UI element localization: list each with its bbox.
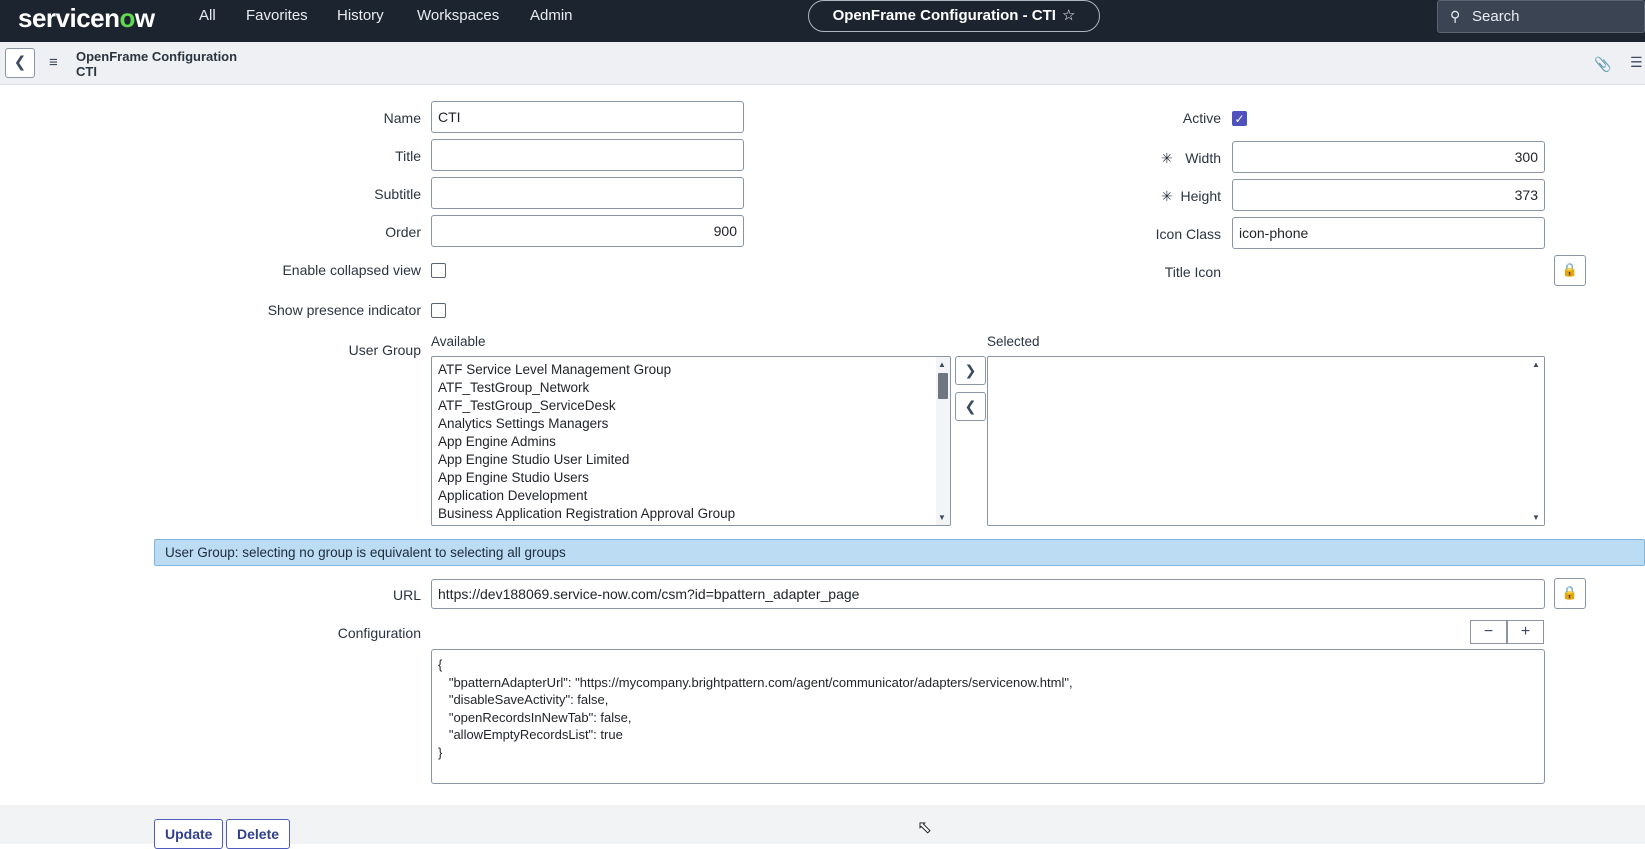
list-item[interactable]: App Engine Admins — [438, 434, 556, 449]
add-to-selected-button[interactable]: ❯ — [955, 356, 986, 385]
lock-icon: 🔒 — [1561, 585, 1579, 600]
selected-groups-list[interactable]: ▲ ▼ — [987, 356, 1545, 526]
width-label: Width — [1185, 150, 1221, 166]
star-outline-icon[interactable]: ☆ — [1062, 7, 1075, 24]
selected-label: Selected — [987, 334, 1040, 349]
order-field[interactable] — [431, 215, 744, 247]
available-scrollbar[interactable]: ▲ ▼ — [936, 357, 950, 525]
table-name: OpenFrame Configuration — [76, 49, 238, 64]
top-navigation: servicenow All Favorites History Workspa… — [0, 0, 1645, 42]
menu-favorites[interactable]: Favorites — [246, 7, 308, 24]
sliders-icon[interactable]: ☰ — [1630, 54, 1643, 71]
list-item[interactable]: ATF_TestGroup_ServiceDesk — [438, 398, 616, 413]
chevron-left-icon: ❮ — [964, 398, 977, 414]
scroll-down-icon[interactable]: ▼ — [938, 513, 946, 522]
user-group-label: User Group — [348, 342, 421, 358]
available-groups-list[interactable]: ATF Service Level Management Group ATF_T… — [431, 356, 951, 526]
list-item[interactable]: Business Application Registration Approv… — [438, 506, 735, 521]
update-button[interactable]: Update — [154, 819, 224, 849]
subtitle-label: Subtitle — [374, 186, 421, 202]
mouse-cursor-icon: ⬁ — [917, 817, 933, 837]
title-label: Title — [395, 148, 421, 164]
url-field[interactable] — [431, 579, 1545, 609]
servicenow-logo[interactable]: servicenow — [18, 3, 155, 34]
scroll-up-icon[interactable]: ▲ — [938, 360, 946, 369]
list-item[interactable]: App Engine Studio Users — [438, 470, 589, 485]
active-checkbox[interactable]: ✓ — [1232, 111, 1247, 126]
record-name: CTI — [76, 64, 97, 79]
list-item[interactable]: Analytics Settings Managers — [438, 416, 608, 431]
available-label: Available — [431, 334, 486, 349]
url-label: URL — [392, 587, 421, 603]
configuration-editor[interactable]: { "bpatternAdapterUrl": "https://mycompa… — [431, 649, 1545, 784]
show-presence-label: Show presence indicator — [267, 302, 421, 318]
menu-all[interactable]: All — [199, 7, 216, 24]
chevron-left-icon: ❮ — [13, 54, 27, 71]
name-label: Name — [383, 110, 421, 126]
active-label: Active — [1182, 110, 1221, 126]
minus-icon: − — [1483, 623, 1494, 640]
scroll-up-icon[interactable]: ▲ — [1532, 360, 1540, 369]
list-item[interactable]: ATF Service Level Management Group — [438, 362, 671, 377]
lock-icon: 🔒 — [1561, 262, 1579, 277]
menu-admin[interactable]: Admin — [530, 7, 573, 24]
zoom-in-button[interactable]: + — [1507, 620, 1544, 644]
paperclip-icon[interactable]: 📎 — [1594, 56, 1611, 73]
scrollbar-thumb[interactable] — [938, 373, 948, 399]
height-field[interactable] — [1232, 179, 1545, 211]
subtitle-field[interactable] — [431, 177, 744, 209]
form-header: ❮ ≡ OpenFrame Configuration CTI 📎 ☰ — [0, 42, 1645, 85]
name-field[interactable] — [431, 101, 744, 133]
selected-scrollbar[interactable]: ▲ ▼ — [1530, 357, 1544, 525]
configuration-label: Configuration — [337, 625, 421, 641]
scroll-down-icon[interactable]: ▼ — [1532, 513, 1540, 522]
order-label: Order — [385, 224, 421, 240]
icon-class-label: Icon Class — [1155, 226, 1221, 242]
delete-button[interactable]: Delete — [226, 819, 291, 849]
icon-class-field[interactable] — [1232, 217, 1545, 249]
list-item[interactable]: Application Development — [438, 488, 587, 503]
menu-workspaces[interactable]: Workspaces — [417, 7, 499, 24]
remove-from-selected-button[interactable]: ❮ — [955, 392, 986, 421]
chevron-right-icon: ❯ — [964, 362, 977, 378]
height-label: Height — [1180, 188, 1221, 204]
plus-icon: + — [1520, 623, 1531, 640]
hamburger-icon[interactable]: ≡ — [49, 54, 58, 71]
search-placeholder: Search — [1472, 8, 1520, 25]
list-item[interactable]: App Engine Studio User Limited — [438, 452, 629, 467]
user-group-info-message: User Group: selecting no group is equiva… — [154, 539, 1645, 566]
url-lock-button[interactable]: 🔒 — [1554, 578, 1586, 609]
global-search[interactable]: ⚲ Search — [1437, 0, 1645, 33]
list-item[interactable]: ATF_TestGroup_Network — [438, 380, 589, 395]
back-button[interactable]: ❮ — [5, 48, 35, 78]
menu-history[interactable]: History — [337, 7, 384, 24]
zoom-out-button[interactable]: − — [1470, 620, 1507, 644]
record-title: OpenFrame Configuration - CTI — [832, 7, 1056, 24]
title-icon-label: Title Icon — [1164, 264, 1221, 280]
show-presence-checkbox[interactable] — [431, 303, 446, 318]
checkmark-icon: ✓ — [1234, 112, 1245, 126]
enable-collapsed-checkbox[interactable] — [431, 263, 446, 278]
enable-collapsed-label: Enable collapsed view — [282, 262, 421, 278]
search-icon: ⚲ — [1450, 8, 1461, 24]
width-field[interactable] — [1232, 141, 1545, 173]
title-icon-lock-button[interactable]: 🔒 — [1554, 255, 1586, 286]
record-title-pill[interactable]: OpenFrame Configuration - CTI ☆ — [808, 0, 1100, 32]
title-field[interactable] — [431, 139, 744, 171]
